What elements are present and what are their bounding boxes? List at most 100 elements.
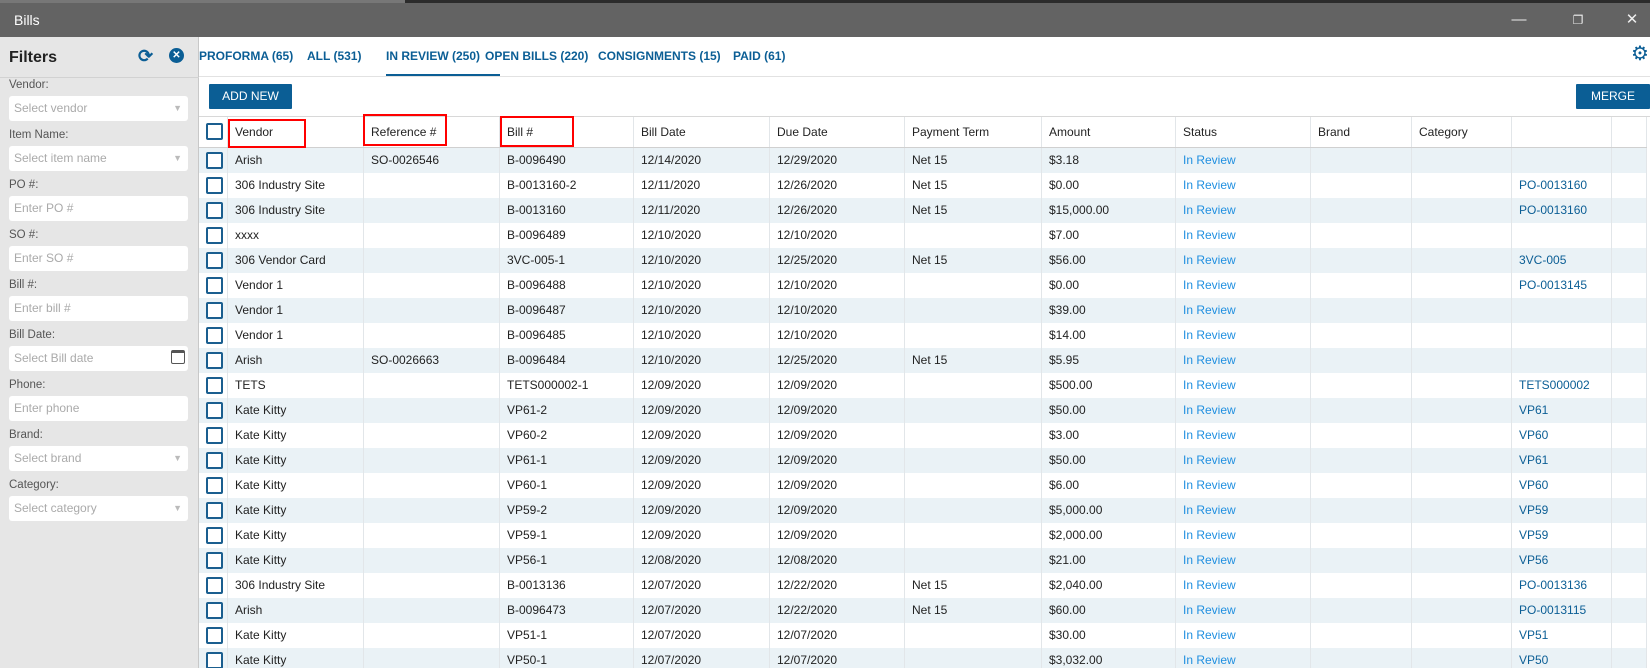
header-due-date[interactable]: Due Date (770, 117, 905, 147)
itemname-select[interactable]: Select item name ▼ (9, 146, 188, 171)
po-link-cell[interactable]: PO-0013136 (1512, 573, 1612, 598)
row-checkbox[interactable] (206, 252, 223, 269)
status-cell[interactable]: In Review (1176, 473, 1311, 498)
row-checkbox[interactable] (206, 327, 223, 344)
status-cell[interactable]: In Review (1176, 323, 1311, 348)
row-checkbox[interactable] (206, 152, 223, 169)
po-link-cell[interactable]: VP60 (1512, 423, 1612, 448)
table-row[interactable]: Kate Kitty VP60-1 12/09/2020 12/09/2020 $6.0… (199, 473, 1647, 498)
header-category[interactable]: Category (1412, 117, 1512, 147)
table-row[interactable]: TETS TETS000002-1 12/09/2020 12/09/2020 $500… (199, 373, 1647, 398)
table-row[interactable]: Arish SO-0026546 B-0096490 12/14/2020 12/29/… (199, 148, 1647, 173)
status-cell[interactable]: In Review (1176, 448, 1311, 473)
brand-select[interactable]: Select brand ▼ (9, 446, 188, 471)
tab-consignments[interactable]: CONSIGNMENTS (15) (598, 49, 721, 63)
row-checkbox[interactable] (206, 427, 223, 444)
row-checkbox[interactable] (206, 177, 223, 194)
status-cell[interactable]: In Review (1176, 423, 1311, 448)
status-cell[interactable]: In Review (1176, 623, 1311, 648)
tab-paid[interactable]: PAID (61) (733, 49, 785, 63)
select-all-checkbox[interactable] (206, 123, 223, 140)
po-link-cell[interactable]: VP60 (1512, 473, 1612, 498)
close-icon[interactable]: ✕ (1617, 9, 1647, 31)
add-new-button[interactable]: ADD NEW (209, 84, 292, 109)
table-row[interactable]: Kate Kitty VP59-2 12/09/2020 12/09/2020 $5,0… (199, 498, 1647, 523)
status-cell[interactable]: In Review (1176, 523, 1311, 548)
table-row[interactable]: 306 Industry Site B-0013160-2 12/11/2020 12… (199, 173, 1647, 198)
po-link-cell[interactable]: VP51 (1512, 623, 1612, 648)
po-link-cell[interactable]: VP59 (1512, 498, 1612, 523)
po-input[interactable]: Enter PO # (9, 196, 188, 221)
row-checkbox[interactable] (206, 227, 223, 244)
row-checkbox[interactable] (206, 627, 223, 644)
row-checkbox[interactable] (206, 527, 223, 544)
header-brand[interactable]: Brand (1311, 117, 1412, 147)
status-cell[interactable]: In Review (1176, 298, 1311, 323)
header-amount[interactable]: Amount (1042, 117, 1176, 147)
table-row[interactable]: Vendor 1 B-0096488 12/10/2020 12/10/2020 $0.… (199, 273, 1647, 298)
row-checkbox[interactable] (206, 452, 223, 469)
status-cell[interactable]: In Review (1176, 498, 1311, 523)
table-row[interactable]: Arish B-0096473 12/07/2020 12/22/2020 Net 15… (199, 598, 1647, 623)
po-link-cell[interactable]: VP61 (1512, 448, 1612, 473)
table-row[interactable]: xxxx B-0096489 12/10/2020 12/10/2020 $7.00 In… (199, 223, 1647, 248)
row-checkbox[interactable] (206, 477, 223, 494)
merge-button[interactable]: MERGE (1576, 84, 1650, 109)
phone-input[interactable]: Enter phone (9, 396, 188, 421)
header-payment-term[interactable]: Payment Term (905, 117, 1042, 147)
status-cell[interactable]: In Review (1176, 598, 1311, 623)
row-checkbox[interactable] (206, 402, 223, 419)
minimize-icon[interactable]: — (1504, 9, 1534, 31)
status-cell[interactable]: In Review (1176, 648, 1311, 668)
tab-open-bills[interactable]: OPEN BILLS (220) (485, 49, 588, 63)
status-cell[interactable]: In Review (1176, 273, 1311, 298)
header-status[interactable]: Status (1176, 117, 1311, 147)
table-row[interactable]: Kate Kitty VP60-2 12/09/2020 12/09/2020 $3.0… (199, 423, 1647, 448)
status-cell[interactable]: In Review (1176, 398, 1311, 423)
po-link-cell[interactable]: PO-0013115 (1512, 598, 1612, 623)
po-link-cell[interactable]: VP59 (1512, 523, 1612, 548)
po-link-cell[interactable]: PO-0013145 (1512, 273, 1612, 298)
tab-all[interactable]: ALL (531) (307, 49, 361, 63)
row-checkbox[interactable] (206, 352, 223, 369)
row-checkbox[interactable] (206, 277, 223, 294)
table-row[interactable]: 306 Industry Site B-0013160 12/11/2020 12/2… (199, 198, 1647, 223)
header-bill-date[interactable]: Bill Date (634, 117, 770, 147)
settings-gear-icon[interactable]: ⚙ (1631, 43, 1649, 65)
table-row[interactable]: Vendor 1 B-0096487 12/10/2020 12/10/2020 $39… (199, 298, 1647, 323)
status-cell[interactable]: In Review (1176, 348, 1311, 373)
header-bill-number[interactable]: Bill # (500, 117, 634, 147)
table-row[interactable]: 306 Vendor Card 3VC-005-1 12/10/2020 12/25/… (199, 248, 1647, 273)
po-link-cell[interactable]: 3VC-005 (1512, 248, 1612, 273)
table-row[interactable]: Vendor 1 B-0096485 12/10/2020 12/10/2020 $14… (199, 323, 1647, 348)
header-extra[interactable] (1612, 117, 1647, 147)
row-checkbox[interactable] (206, 552, 223, 569)
table-row[interactable]: 306 Industry Site B-0013136 12/07/2020 12/2… (199, 573, 1647, 598)
table-row[interactable]: Kate Kitty VP51-1 12/07/2020 12/07/2020 $30.… (199, 623, 1647, 648)
header-po-link[interactable] (1512, 117, 1612, 147)
vendor-select[interactable]: Select vendor ▼ (9, 96, 188, 121)
tab-proforma[interactable]: PROFORMA (65) (199, 49, 293, 63)
table-row[interactable]: Kate Kitty VP56-1 12/08/2020 12/08/2020 $21.… (199, 548, 1647, 573)
row-checkbox[interactable] (206, 202, 223, 219)
status-cell[interactable]: In Review (1176, 198, 1311, 223)
table-row[interactable]: Kate Kitty VP50-1 12/07/2020 12/07/2020 $3,0… (199, 648, 1647, 668)
po-link-cell[interactable]: VP56 (1512, 548, 1612, 573)
category-select[interactable]: Select category ▼ (9, 496, 188, 521)
bill-input[interactable]: Enter bill # (9, 296, 188, 321)
status-cell[interactable]: In Review (1176, 373, 1311, 398)
table-row[interactable]: Kate Kitty VP61-1 12/09/2020 12/09/2020 $50.… (199, 448, 1647, 473)
table-row[interactable]: Arish SO-0026663 B-0096484 12/10/2020 12/25/… (199, 348, 1647, 373)
header-reference[interactable]: Reference # (364, 117, 500, 147)
billdate-date-picker[interactable]: Select Bill date (9, 346, 188, 371)
status-cell[interactable]: In Review (1176, 148, 1311, 173)
row-checkbox[interactable] (206, 577, 223, 594)
po-link-cell[interactable]: PO-0013160 (1512, 198, 1612, 223)
row-checkbox[interactable] (206, 652, 223, 668)
status-cell[interactable]: In Review (1176, 223, 1311, 248)
row-checkbox[interactable] (206, 602, 223, 619)
so-input[interactable]: Enter SO # (9, 246, 188, 271)
table-row[interactable]: Kate Kitty VP61-2 12/09/2020 12/09/2020 $50.… (199, 398, 1647, 423)
po-link-cell[interactable]: PO-0013160 (1512, 173, 1612, 198)
status-cell[interactable]: In Review (1176, 548, 1311, 573)
